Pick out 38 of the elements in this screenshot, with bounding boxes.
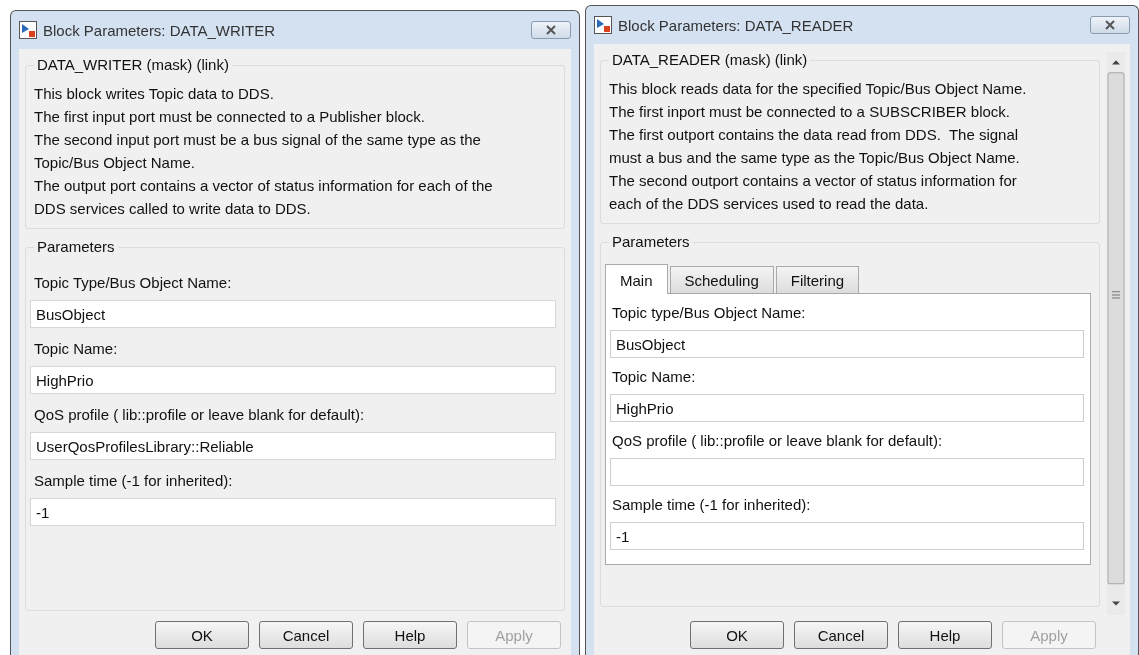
input-field[interactable] [610, 458, 1084, 486]
input-field[interactable]: -1 [30, 498, 556, 526]
dialog-button[interactable]: OK [690, 621, 784, 649]
vertical-scrollbar[interactable] [1107, 52, 1125, 615]
input-field[interactable]: UserQosProfilesLibrary::Reliable [30, 432, 556, 460]
field-label: QoS profile ( lib::profile or leave blank for default): [612, 432, 944, 449]
input-field[interactable]: BusObject [610, 330, 1084, 358]
tab[interactable]: Main [605, 264, 668, 294]
window-title: Block Parameters: DATA_READER [618, 16, 855, 34]
block-app-icon [19, 21, 37, 39]
input-field[interactable]: -1 [610, 522, 1084, 550]
field-label: Sample time (-1 for inherited): [612, 496, 812, 513]
field-label: Sample time (-1 for inherited): [34, 472, 234, 489]
group-title: DATA_WRITER (mask) (link) [34, 56, 232, 73]
input-field[interactable]: HighPrio [30, 366, 556, 394]
dialog-button[interactable]: Cancel [259, 621, 353, 649]
field-label: Topic Type/Bus Object Name: [34, 274, 233, 291]
tab[interactable]: Filtering [775, 266, 860, 293]
close-button[interactable] [1090, 16, 1130, 34]
close-icon [544, 25, 558, 35]
close-button[interactable] [531, 21, 571, 39]
input-field[interactable]: BusObject [30, 300, 556, 328]
window-title: Block Parameters: DATA_WRITER [43, 21, 276, 39]
field-label: Topic type/Bus Object Name: [612, 304, 807, 321]
description-text: This block writes Topic data to DDS. The first input port must be connected to a Publisher block. The second input port must be a bus signal of the same type as the Topic/Bus Object Name. The output port contains a vector of status information for each of the DDS services called to write data to DDS. [34, 84, 494, 219]
block-app-icon [594, 16, 612, 34]
dialog-button[interactable]: Cancel [794, 621, 888, 649]
dialog-button[interactable]: Help [363, 621, 457, 649]
close-icon [1103, 20, 1117, 30]
input-field[interactable]: HighPrio [610, 394, 1084, 422]
dialog-button[interactable]: OK [155, 621, 249, 649]
field-label: QoS profile ( lib::profile or leave blank for default): [34, 406, 366, 423]
tab[interactable]: Scheduling [669, 266, 774, 293]
field-label: Topic Name: [34, 340, 119, 357]
description-text: This block reads data for the specified Topic/Bus Object Name. The first inport must be connected to a SUBSCRIBER block. The first outport contains the data read from DDS. The signal must a bus and the same type as the Topic/Bus Object Name. The second outport contains a vector of status information for each of the DDS services used to read the data. [609, 79, 1028, 214]
group-title: DATA_READER (mask) (link) [609, 51, 811, 68]
dialog-button[interactable]: Help [898, 621, 992, 649]
field-label: Topic Name: [612, 368, 697, 385]
